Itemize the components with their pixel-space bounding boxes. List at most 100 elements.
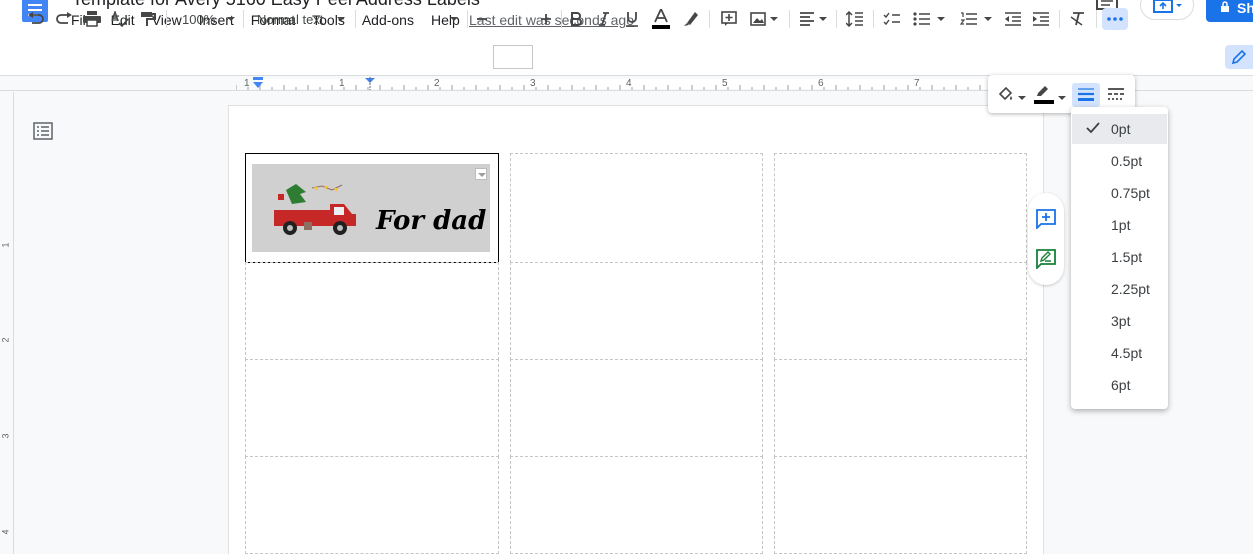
chevron-down-icon	[1018, 96, 1026, 100]
highlight-icon[interactable]	[680, 8, 702, 30]
insert-link-icon[interactable]	[718, 8, 740, 30]
suggest-edits-icon[interactable]	[1036, 249, 1056, 269]
present-button[interactable]	[1140, 0, 1194, 20]
label-cell[interactable]	[510, 262, 763, 360]
add-comment-icon[interactable]	[1036, 209, 1056, 229]
image-options-button[interactable]	[475, 168, 487, 180]
chevron-down-icon	[819, 17, 827, 21]
border-width-option-0-75pt[interactable]: 0.75pt	[1072, 178, 1167, 208]
text-color-icon[interactable]	[650, 8, 672, 30]
label-cell[interactable]	[245, 262, 499, 360]
border-width-option-1-5pt[interactable]: 1.5pt	[1072, 242, 1167, 272]
indent-marker-icon[interactable]	[252, 77, 264, 89]
red-truck-icon	[274, 184, 356, 235]
label-cell[interactable]	[245, 359, 499, 457]
separator	[873, 10, 874, 28]
label-cell[interactable]	[774, 153, 1027, 263]
border-width-option-label: 0.75pt	[1111, 185, 1150, 201]
label-cell[interactable]	[774, 359, 1027, 457]
chevron-down-icon	[450, 17, 458, 21]
check-icon	[1086, 122, 1100, 134]
edit-mode-button[interactable]	[1225, 45, 1253, 69]
chevron-down-icon	[337, 17, 346, 21]
clear-formatting-icon[interactable]	[1066, 8, 1090, 30]
separator	[1059, 10, 1060, 28]
label-cell[interactable]	[774, 456, 1027, 554]
decrease-indent-icon[interactable]	[1002, 8, 1024, 30]
border-width-option-label: 2.25pt	[1111, 281, 1150, 297]
ruler-number: 3	[0, 433, 11, 439]
align-icon	[800, 12, 814, 26]
border-width-option-4-5pt[interactable]: 4.5pt	[1072, 338, 1167, 368]
font-size-input[interactable]	[493, 45, 533, 69]
separator	[836, 10, 837, 28]
border-color-button[interactable]	[1033, 83, 1067, 105]
undo-icon[interactable]	[26, 8, 46, 30]
border-width-option-1pt[interactable]: 1pt	[1072, 210, 1167, 240]
ruler-number: 4	[626, 78, 632, 89]
outline-icon[interactable]	[33, 122, 53, 140]
share-button[interactable]: Sh	[1206, 0, 1253, 22]
zoom-value: 100%	[182, 11, 216, 27]
more-icon[interactable]	[1102, 8, 1128, 30]
separator	[166, 10, 167, 28]
checklist-icon[interactable]	[880, 8, 904, 30]
numbered-list-button[interactable]	[956, 8, 996, 30]
label-cell[interactable]	[510, 359, 763, 457]
label-cell[interactable]	[510, 153, 763, 263]
label-cell[interactable]	[510, 456, 763, 554]
separator	[561, 10, 562, 28]
border-width-option-label: 6pt	[1111, 377, 1131, 393]
spellcheck-icon[interactable]	[110, 8, 130, 30]
increase-font-size-button[interactable]	[536, 8, 556, 30]
border-dash-button[interactable]	[1104, 83, 1128, 105]
bulleted-list-icon	[913, 12, 930, 26]
border-width-option-label: 3pt	[1111, 313, 1131, 329]
fill-color-button[interactable]	[996, 83, 1028, 105]
border-width-option-3pt[interactable]: 3pt	[1072, 306, 1167, 336]
share-label: Sh	[1237, 0, 1253, 16]
fill-color-icon	[998, 86, 1013, 101]
ruler-number: 7	[914, 78, 920, 89]
border-width-option-label: 0pt	[1111, 121, 1131, 137]
ruler-number: 2	[434, 78, 440, 89]
right-indent-marker-icon[interactable]	[364, 77, 376, 90]
border-width-option-6pt[interactable]: 6pt	[1072, 370, 1167, 400]
separator	[355, 10, 356, 28]
chevron-down-icon	[227, 17, 236, 21]
line-spacing-icon[interactable]	[843, 8, 867, 30]
align-button[interactable]	[796, 8, 830, 30]
paint-format-icon[interactable]	[138, 8, 158, 30]
ruler-number: 5	[722, 78, 728, 89]
vertical-ruler[interactable]: 1 2 3 4	[0, 92, 14, 554]
paragraph-style-select[interactable]: Normal text	[252, 8, 348, 30]
side-actions-panel	[1028, 193, 1064, 285]
lock-icon	[1221, 1, 1229, 12]
border-width-option-label: 0.5pt	[1111, 153, 1143, 169]
border-width-icon	[1078, 88, 1094, 101]
border-color-icon	[1034, 86, 1054, 104]
bold-icon[interactable]	[566, 8, 586, 30]
redo-icon[interactable]	[54, 8, 74, 30]
zoom-select[interactable]: 100%	[176, 8, 236, 30]
underline-icon[interactable]	[622, 8, 642, 30]
border-width-option-label: 1pt	[1111, 217, 1131, 233]
label-cell[interactable]	[245, 456, 499, 554]
present-icon	[1153, 0, 1182, 13]
label-cell[interactable]	[774, 262, 1027, 360]
border-width-button[interactable]	[1072, 83, 1100, 107]
border-width-option-0pt[interactable]: 0pt	[1072, 114, 1167, 144]
insert-image-button[interactable]	[746, 8, 782, 30]
italic-icon[interactable]	[594, 8, 614, 30]
separator	[467, 10, 468, 28]
print-icon[interactable]	[82, 8, 102, 30]
ruler-number: 4	[0, 529, 11, 535]
chevron-down-icon	[1058, 96, 1066, 100]
ruler-number: 1	[244, 78, 250, 89]
increase-indent-icon[interactable]	[1030, 8, 1052, 30]
decrease-font-size-button[interactable]	[472, 8, 492, 30]
bulleted-list-button[interactable]	[910, 8, 948, 30]
border-width-option-0-5pt[interactable]: 0.5pt	[1072, 146, 1167, 176]
border-width-option-2-25pt[interactable]: 2.25pt	[1072, 274, 1167, 304]
font-select[interactable]	[360, 8, 462, 30]
